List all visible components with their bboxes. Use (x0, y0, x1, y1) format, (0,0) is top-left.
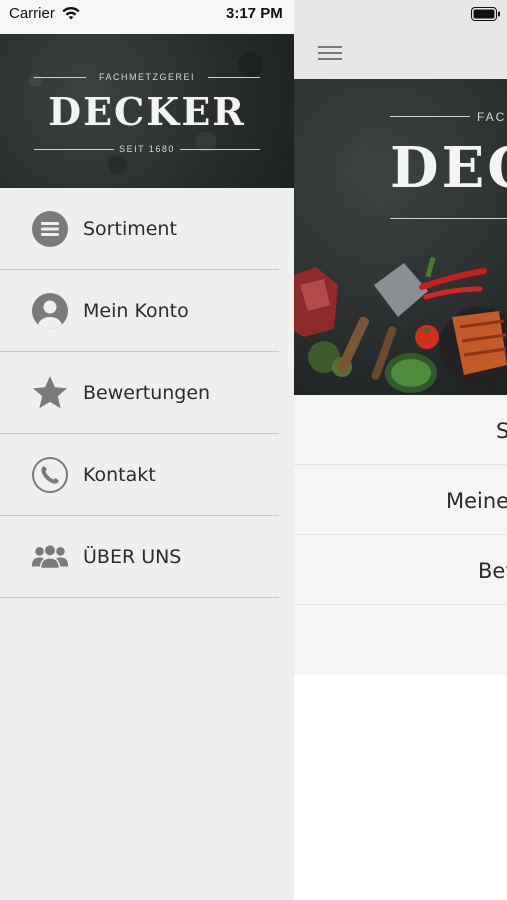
user-icon (31, 292, 69, 330)
food-photo (294, 256, 507, 393)
menu-item-label: Mein Konto (83, 300, 189, 322)
hamburger-menu-icon[interactable] (318, 43, 344, 63)
drawer-menu: Sortiment Mein Konto Bewertungen Kontakt… (0, 188, 279, 598)
phone-icon (31, 456, 69, 494)
logo-name: DECKER (48, 89, 246, 134)
hero-banner: FACH DEC (294, 79, 507, 395)
clock: 3:17 PM (226, 5, 283, 22)
main-row-bewertungen[interactable]: Bev (294, 535, 507, 605)
menu-item-ueber-uns[interactable]: ÜBER UNS (0, 516, 279, 598)
brand-logo: FACHMETZGEREI DECKER SEIT 1680 (0, 34, 294, 188)
drawer-header: FACHMETZGEREI DECKER SEIT 1680 (0, 34, 294, 188)
wifi-icon (62, 6, 80, 20)
logo-supertitle: FACHMETZGEREI (98, 72, 195, 82)
main-row-label: Meine (446, 489, 507, 513)
main-row-empty (294, 605, 507, 675)
menu-item-label: ÜBER UNS (83, 546, 182, 568)
menu-item-label: Sortiment (83, 218, 177, 240)
menu-item-sortiment[interactable]: Sortiment (0, 188, 279, 270)
main-row-sortiment[interactable]: S (294, 395, 507, 465)
list-icon (31, 210, 69, 248)
menu-item-bewertungen[interactable]: Bewertungen (0, 352, 279, 434)
star-icon (31, 374, 69, 412)
logo-subtitle: SEIT 1680 (119, 144, 175, 154)
group-icon (31, 538, 69, 576)
carrier-label: Carrier (9, 5, 55, 22)
main-row-label: S (496, 419, 507, 443)
main-row-label: Bev (478, 559, 507, 583)
menu-item-kontakt[interactable]: Kontakt (0, 434, 279, 516)
main-list: S Meine Bev (294, 395, 507, 675)
main-row-meine[interactable]: Meine (294, 465, 507, 535)
navigation-bar (294, 34, 507, 79)
battery-icon (471, 7, 500, 21)
side-drawer: FACHMETZGEREI DECKER SEIT 1680 Sortiment (0, 34, 294, 900)
menu-item-label: Bewertungen (83, 382, 211, 404)
status-bar-left: Carrier 3:17 PM (0, 0, 294, 34)
main-content: FACH DEC (294, 34, 507, 900)
hero-name: DEC (390, 135, 507, 201)
hero-supertitle: FACH (477, 110, 507, 124)
status-bar-right (294, 0, 507, 34)
menu-item-mein-konto[interactable]: Mein Konto (0, 270, 279, 352)
menu-item-label: Kontakt (83, 464, 156, 486)
